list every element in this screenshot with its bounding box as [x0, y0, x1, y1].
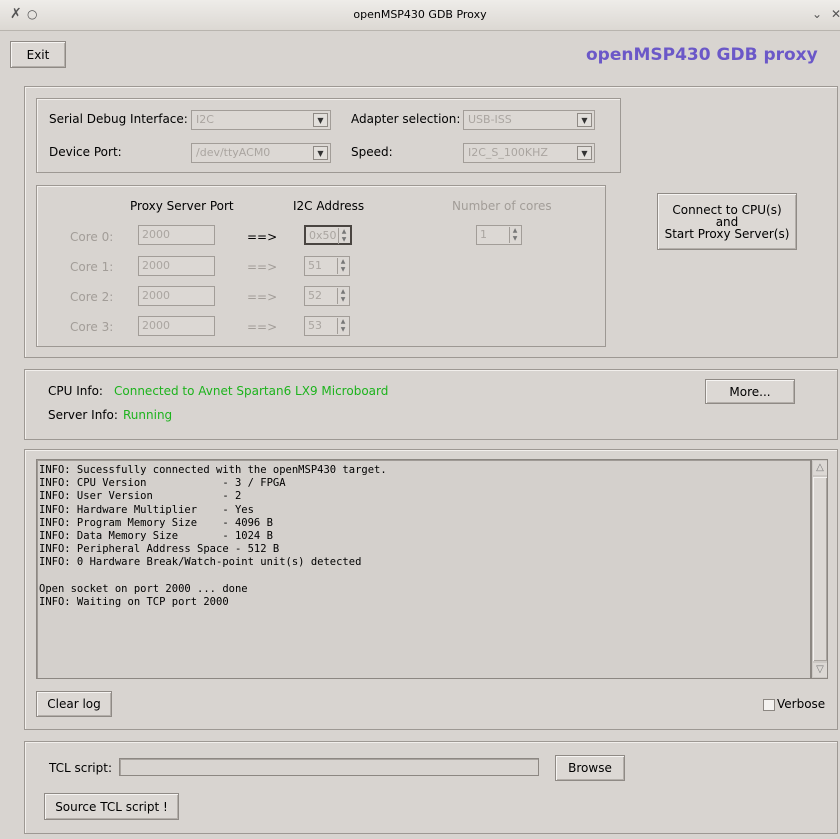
core3-addr-value: 53: [308, 319, 322, 332]
app-title: openMSP430 GDB proxy: [586, 45, 818, 65]
minimize-icon[interactable]: ⌄: [812, 7, 822, 21]
scroll-down-icon[interactable]: ▽: [813, 663, 827, 677]
cpu-info-label: CPU Info:: [48, 384, 103, 398]
tcl-section: [24, 741, 838, 834]
core2-port-value: 2000: [142, 289, 170, 302]
chevron-down-icon[interactable]: ▼: [313, 146, 328, 160]
num-cores-header: Number of cores: [452, 199, 552, 213]
spin-arrows-icon[interactable]: ▲ ▼: [337, 288, 348, 304]
speed-value: I2C_S_100KHZ: [468, 146, 548, 159]
verbose-checkbox[interactable]: [763, 699, 775, 711]
chevron-down-icon[interactable]: ▼: [313, 113, 328, 127]
core0-port-value: 2000: [142, 228, 170, 241]
scroll-up-icon[interactable]: △: [813, 461, 827, 475]
chevron-down-icon[interactable]: ▼: [577, 146, 592, 160]
core3-port-input[interactable]: 2000: [138, 316, 215, 336]
spin-arrows-icon[interactable]: ▲ ▼: [338, 228, 349, 244]
clear-log-button[interactable]: Clear log: [36, 691, 112, 717]
adapter-value: USB-ISS: [468, 113, 512, 126]
core3-arrow: ==>: [247, 320, 278, 334]
scroll-thumb[interactable]: [813, 477, 827, 661]
more-button[interactable]: More...: [705, 379, 795, 404]
proxy-port-header: Proxy Server Port: [130, 199, 234, 213]
core1-port-input[interactable]: 2000: [138, 256, 215, 276]
server-info-value: Running: [123, 408, 173, 422]
tcl-script-input[interactable]: [119, 758, 539, 776]
speed-select[interactable]: I2C_S_100KHZ ▼: [463, 143, 595, 163]
core3-port-value: 2000: [142, 319, 170, 332]
connect-button-line3: Start Proxy Server(s): [664, 226, 790, 241]
core2-label: Core 2:: [70, 290, 114, 304]
core3-label: Core 3:: [70, 320, 114, 334]
core1-arrow: ==>: [247, 260, 278, 274]
spin-arrows-icon[interactable]: ▲ ▼: [509, 227, 520, 243]
source-tcl-button[interactable]: Source TCL script !: [44, 793, 179, 820]
core1-port-value: 2000: [142, 259, 170, 272]
cpu-info-value: Connected to Avnet Spartan6 LX9 Microboa…: [114, 384, 389, 398]
adapter-label: Adapter selection:: [351, 112, 461, 126]
connect-button-line2: and: [715, 214, 739, 229]
core2-port-input[interactable]: 2000: [138, 286, 215, 306]
core0-label: Core 0:: [70, 230, 114, 244]
close-icon[interactable]: ✕: [831, 7, 840, 21]
core1-label: Core 1:: [70, 260, 114, 274]
log-text: INFO: Sucessfully connected with the ope…: [39, 464, 387, 609]
connect-button-line1: Connect to CPU(s): [672, 202, 782, 217]
serial-interface-label: Serial Debug Interface:: [49, 112, 188, 126]
chevron-down-icon[interactable]: ▼: [577, 113, 592, 127]
core1-addr-value: 51: [308, 259, 322, 272]
core0-port-input[interactable]: 2000: [138, 225, 215, 245]
log-output[interactable]: INFO: Sucessfully connected with the ope…: [36, 459, 811, 679]
window-title: openMSP430 GDB Proxy: [353, 8, 487, 21]
speed-label: Speed:: [351, 145, 393, 159]
core2-arrow: ==>: [247, 290, 278, 304]
core0-addr-spinbox[interactable]: 0x50 ▲ ▼: [304, 225, 352, 245]
core1-addr-spinbox[interactable]: 51 ▲ ▼: [304, 256, 350, 276]
spin-arrows-icon[interactable]: ▲ ▼: [337, 258, 348, 274]
exit-button[interactable]: Exit: [10, 41, 66, 68]
core0-arrow: ==>: [247, 230, 278, 244]
core0-addr-value: 0x50: [309, 229, 337, 242]
core2-addr-value: 52: [308, 289, 322, 302]
log-scrollbar[interactable]: △ ▽: [811, 459, 828, 679]
device-port-value: /dev/ttyACM0: [196, 146, 271, 159]
adapter-select[interactable]: USB-ISS ▼: [463, 110, 595, 130]
connect-button[interactable]: Connect to CPU(s) and Start Proxy Server…: [657, 193, 797, 250]
serial-interface-value: I2C: [196, 113, 214, 126]
num-cores-value: 1: [480, 228, 487, 241]
device-port-select[interactable]: /dev/ttyACM0 ▼: [191, 143, 331, 163]
serial-interface-select[interactable]: I2C ▼: [191, 110, 331, 130]
device-port-label: Device Port:: [49, 145, 122, 159]
core2-addr-spinbox[interactable]: 52 ▲ ▼: [304, 286, 350, 306]
i2c-address-header: I2C Address: [293, 199, 365, 213]
num-cores-spinbox[interactable]: 1 ▲ ▼: [476, 225, 522, 245]
config-section: Serial Debug Interface: I2C ▼ Adapter se…: [24, 86, 838, 358]
core3-addr-spinbox[interactable]: 53 ▲ ▼: [304, 316, 350, 336]
window-titlebar: ✗ ○ openMSP430 GDB Proxy ⌄ ✕: [0, 0, 840, 31]
tcl-script-label: TCL script:: [49, 761, 112, 775]
browse-button[interactable]: Browse: [555, 755, 625, 781]
spin-arrows-icon[interactable]: ▲ ▼: [337, 318, 348, 334]
server-info-label: Server Info:: [48, 408, 118, 422]
verbose-label: Verbose: [777, 697, 826, 711]
